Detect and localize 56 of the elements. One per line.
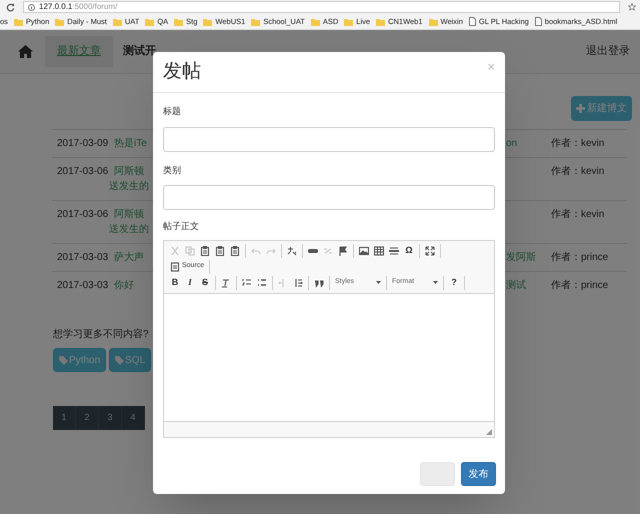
text-field[interactable] — [163, 185, 495, 210]
url-text: 127.0.0.1:5000/forum/ — [39, 3, 118, 11]
dialog-title: 发帖 — [163, 60, 201, 84]
address-bar[interactable]: 127.0.0.1:5000/forum/ — [23, 1, 620, 13]
clipboard-icon[interactable] — [213, 244, 227, 258]
post-author: 作者：kevin — [551, 208, 604, 222]
folder-icon — [55, 18, 64, 26]
text-field[interactable] — [163, 126, 495, 152]
maximize-icon[interactable] — [423, 244, 437, 258]
post-date: 2017-03-03 — [56, 279, 110, 293]
page-icon — [534, 17, 542, 26]
tag-icon — [59, 356, 68, 364]
field-label: 类别 — [163, 164, 182, 176]
toolbar-button[interactable]: Ω — [402, 244, 416, 258]
nav-tab[interactable]: 测试开 — [123, 36, 156, 67]
post-date: 2017-03-09 — [56, 137, 110, 151]
toolbar-button[interactable]: S — [198, 276, 212, 290]
reload-icon[interactable] — [6, 2, 15, 12]
field-label: 标题 — [163, 105, 182, 118]
post-author: 作者：kevin — [551, 164, 604, 179]
tag-icon — [115, 356, 124, 364]
info-icon[interactable] — [28, 4, 35, 10]
page-icon — [468, 17, 476, 26]
home-icon[interactable] — [18, 45, 33, 58]
folder-icon — [344, 18, 354, 26]
publish-button[interactable]: 发布 — [461, 462, 496, 486]
clipboard-icon[interactable] — [198, 244, 212, 258]
table-icon[interactable] — [372, 244, 386, 258]
folder-icon — [251, 18, 260, 26]
post-author: 作者：prince — [551, 278, 608, 293]
logout-link[interactable]: 退出登录 — [586, 43, 630, 60]
folder-icon — [310, 18, 320, 26]
folder-icon — [112, 18, 122, 26]
document-icon — [170, 262, 180, 272]
folder-icon — [376, 18, 386, 26]
caret-icon — [433, 281, 438, 284]
folder-icon — [174, 18, 184, 26]
toolbar-button[interactable]: B — [168, 276, 182, 290]
caret-icon — [376, 281, 381, 284]
toolbar-button[interactable]: ? — [447, 276, 461, 290]
folder-icon — [145, 18, 154, 26]
toolbar-button[interactable]: I — [183, 276, 197, 290]
plus-icon — [576, 104, 585, 113]
folder-icon — [14, 18, 23, 26]
post-date: 2017-03-06 — [56, 208, 110, 222]
resize-handle-icon[interactable] — [486, 428, 492, 434]
clipboard-icon[interactable] — [228, 244, 242, 258]
post-date: 2017-03-03 — [56, 251, 110, 265]
star-icon[interactable] — [628, 3, 636, 11]
post-author: 作者：kevin — [551, 136, 604, 151]
more-prompt: 想学习更多不同内容? — [53, 328, 150, 342]
post-author: 作者：prince — [551, 250, 608, 265]
folder-icon — [203, 18, 212, 26]
folder-icon — [428, 18, 438, 26]
field-label: 帖子正文 — [163, 220, 200, 233]
post-date: 2017-03-06 — [56, 165, 110, 179]
